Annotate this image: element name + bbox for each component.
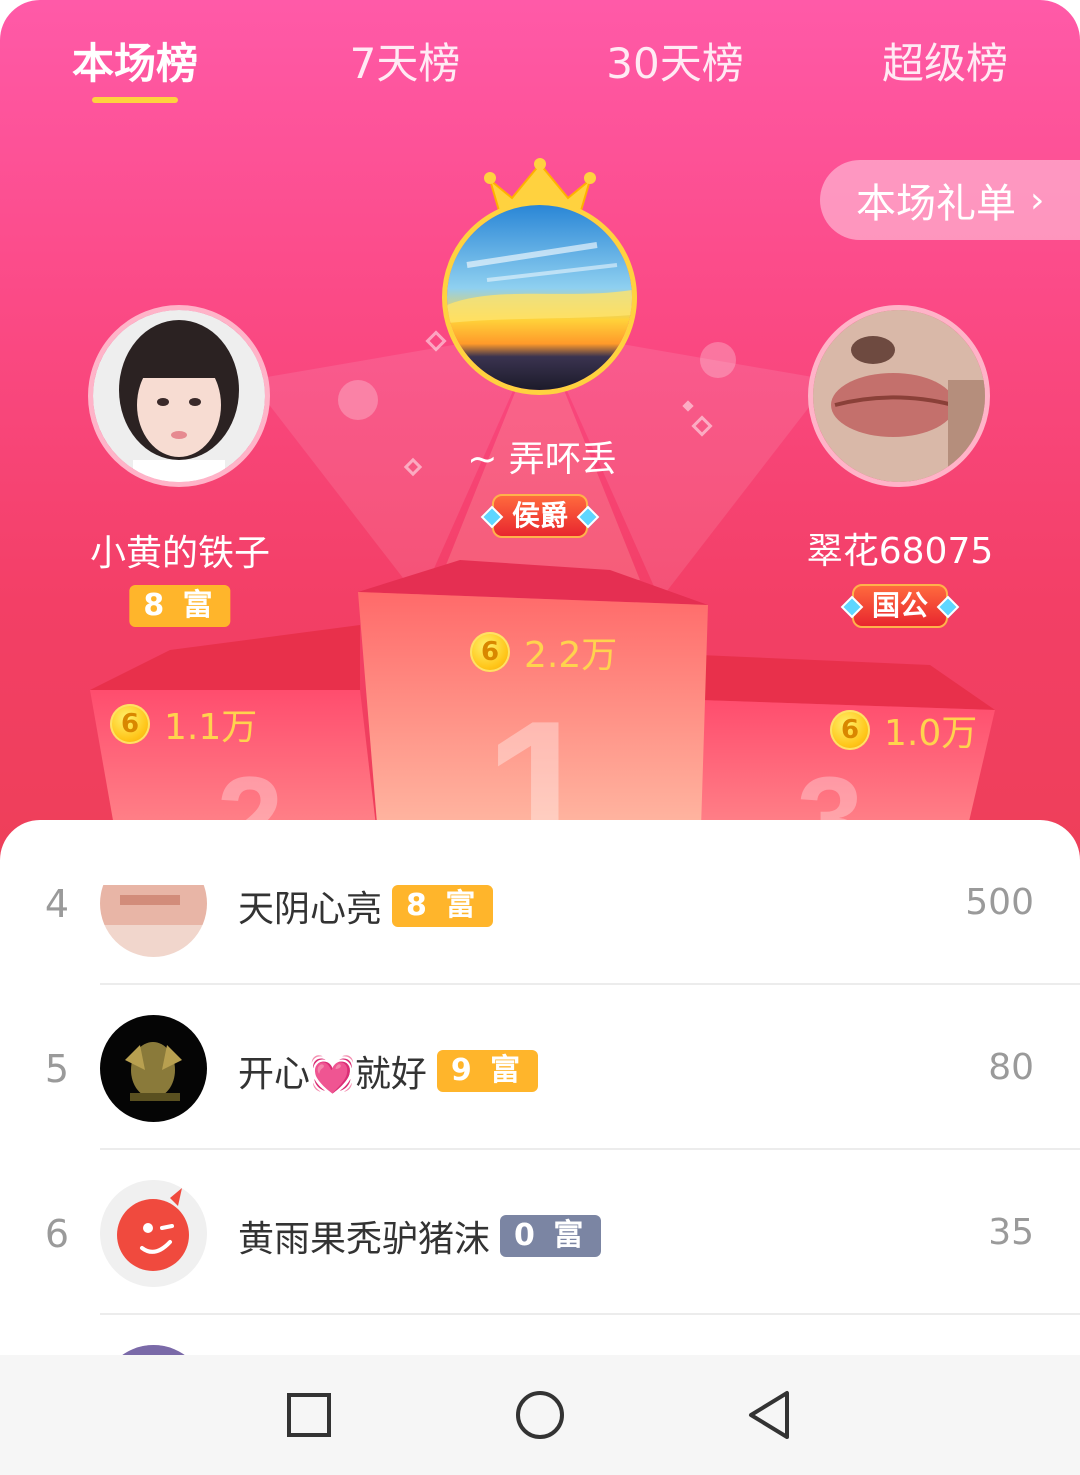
- first-place-avatar[interactable]: [442, 200, 637, 395]
- coin-icon: 6: [110, 704, 150, 744]
- tab-current-session[interactable]: 本场榜: [72, 30, 198, 91]
- contribution-score: 80: [988, 1047, 1034, 1088]
- list-item[interactable]: 5 开心💓就好 9 富 80: [0, 985, 1080, 1150]
- third-place-name: 翠花68075: [806, 531, 994, 572]
- system-navigation-bar: [0, 1355, 1080, 1475]
- second-place-coins: 6 1.1万: [110, 698, 257, 750]
- leaderboard-tabs: 本场榜 7天榜 30天榜 超级榜: [0, 0, 1080, 110]
- rank-number: 5: [44, 1047, 70, 1091]
- second-place-coin-value: 1.1万: [164, 707, 258, 748]
- rank-number: 6: [44, 1212, 70, 1256]
- chevron-right-icon: ›: [1030, 179, 1045, 221]
- tab-super[interactable]: 超级榜: [882, 30, 1008, 91]
- rich-level-badge: 9 富: [436, 1050, 539, 1092]
- third-place-coins: 6 1.0万: [830, 704, 977, 756]
- ranking-list: 4 天阴心亮 8 富 500 5 开心💓就好 9 富 80 6 黄雨果秃驴猪沫 …: [0, 820, 1080, 1360]
- coin-icon: 6: [830, 710, 870, 750]
- list-item[interactable]: [0, 1315, 1080, 1360]
- user-avatar[interactable]: [100, 1180, 207, 1287]
- tab-30-days[interactable]: 30天榜: [606, 30, 743, 91]
- active-tab-indicator: [92, 97, 178, 103]
- third-place-avatar[interactable]: [808, 305, 990, 487]
- coin-icon: 6: [470, 632, 510, 672]
- contribution-score: 500: [965, 882, 1034, 923]
- user-name: 开心💓就好: [238, 1054, 427, 1095]
- tab-7-days[interactable]: 7天榜: [350, 30, 461, 91]
- first-place-coin-value: 2.2万: [524, 635, 618, 676]
- third-place-title-badge: 国公: [851, 584, 949, 628]
- second-place-rich-badge: 8 富: [129, 585, 231, 627]
- rank-number: 4: [44, 882, 70, 926]
- second-place-avatar[interactable]: [88, 305, 270, 487]
- list-item[interactable]: 4 天阴心亮 8 富 500: [0, 820, 1080, 985]
- gift-list-label: 本场礼单: [856, 181, 1016, 227]
- first-place-name: ~ 弄吥丢: [467, 439, 617, 480]
- user-avatar[interactable]: [100, 850, 207, 957]
- user-avatar[interactable]: [100, 1015, 207, 1122]
- square-icon[interactable]: [285, 1385, 333, 1445]
- list-item[interactable]: 6 黄雨果秃驴猪沫 0 富 35: [0, 1150, 1080, 1315]
- rich-level-badge: 8 富: [392, 885, 494, 927]
- first-place-title-badge: 侯爵: [491, 494, 589, 538]
- user-name: 天阴心亮: [238, 889, 383, 930]
- second-place-name: 小黄的铁子: [89, 533, 271, 574]
- contribution-score: 35: [988, 1212, 1034, 1253]
- leaderboard-hero: 1 2 3 本场榜 7天榜 30天榜 超级榜 本场礼单 › ~ 弄吥丢 侯爵 6…: [0, 0, 1080, 860]
- gift-list-button[interactable]: 本场礼单 ›: [820, 160, 1080, 240]
- triangle-back-icon[interactable]: [745, 1385, 795, 1445]
- rich-level-badge: 0 富: [500, 1215, 602, 1257]
- third-place-coin-value: 1.0万: [884, 713, 978, 754]
- user-name: 黄雨果秃驴猪沫: [238, 1219, 491, 1260]
- first-place-coins: 6 2.2万: [470, 626, 617, 678]
- circle-icon[interactable]: [512, 1385, 568, 1445]
